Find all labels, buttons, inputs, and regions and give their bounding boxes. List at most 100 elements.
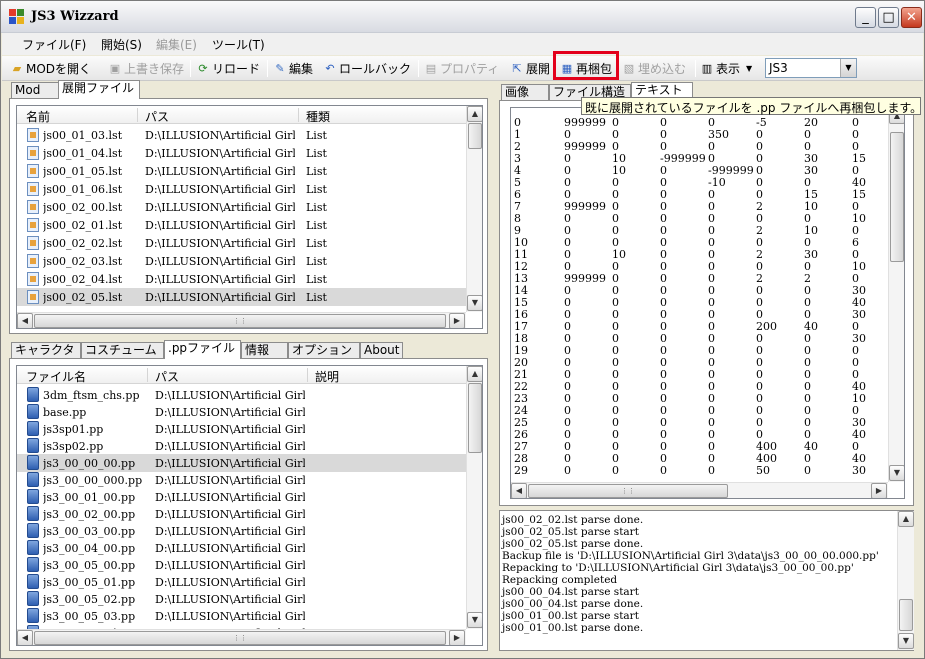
pp-files-list[interactable]: ファイル名 パス 説明 3dm_ftsm_chs.pp D:\ILLUSION\A…: [16, 365, 483, 646]
reload-button[interactable]: ⟳ リロード: [196, 59, 260, 78]
scroll-down-icon[interactable]: ▼: [467, 295, 482, 311]
menu-start[interactable]: 開始(S): [101, 36, 142, 53]
row-path: D:\ILLUSION\Artificial Girl ...: [155, 559, 305, 572]
scroll-down-icon[interactable]: ▼: [467, 612, 482, 628]
tab-info[interactable]: 情報: [241, 342, 288, 358]
table-row[interactable]: js3sp02.pp D:\ILLUSION\Artificial Girl ..…: [17, 437, 466, 455]
undo-icon: ↶: [325, 61, 335, 75]
toolbar-separator: [267, 60, 268, 77]
scroll-up-icon[interactable]: ▲: [467, 106, 482, 122]
scrollbar-thumb[interactable]: [468, 383, 482, 453]
scrollbar-thumb[interactable]: ⋮⋮: [34, 631, 446, 645]
row-type: List: [306, 219, 327, 232]
table-row[interactable]: js3_00_04_00.pp D:\ILLUSION\Artificial Gi…: [17, 539, 466, 557]
vertical-scrollbar[interactable]: ▲ ▼: [466, 366, 482, 629]
table-row[interactable]: js3_00_03_00.pp D:\ILLUSION\Artificial Gi…: [17, 522, 466, 540]
table-row[interactable]: js3_00_05_03.pp D:\ILLUSION\Artificial Gi…: [17, 607, 466, 625]
scroll-up-icon[interactable]: ▲: [467, 366, 482, 382]
scrollbar-thumb[interactable]: ⋮⋮: [528, 484, 728, 498]
table-row[interactable]: base.pp D:\ILLUSION\Artificial Girl ...: [17, 403, 466, 421]
tab-expanded-files[interactable]: 展開ファイル: [58, 80, 140, 99]
scroll-up-icon[interactable]: ▲: [898, 511, 914, 527]
overwrite-save-button[interactable]: ▣ 上書き保存: [108, 59, 184, 78]
table-row[interactable]: js3_00_05_01.pp D:\ILLUSION\Artificial Gi…: [17, 573, 466, 591]
table-row[interactable]: js00_01_04.lst D:\ILLUSION\Artificial Gir…: [17, 144, 466, 162]
scrollbar-thumb[interactable]: ⋮⋮: [34, 314, 446, 328]
table-row[interactable]: js3_00_05_00.pp D:\ILLUSION\Artificial Gi…: [17, 556, 466, 574]
edit-button[interactable]: ✎ 編集: [273, 59, 313, 78]
table-row[interactable]: 3dm_ftsm_chs.pp D:\ILLUSION\Artificial Gi…: [17, 386, 466, 404]
table-row[interactable]: js3_00_01_00.pp D:\ILLUSION\Artificial Gi…: [17, 488, 466, 506]
vertical-scrollbar[interactable]: ▲ ▼: [466, 106, 482, 312]
row-path: D:\ILLUSION\Artificial Girl ...: [155, 593, 305, 606]
scroll-left-icon[interactable]: ◀: [17, 630, 33, 645]
title-bar[interactable]: JS3 Wizzard _ □ ✕: [1, 1, 924, 33]
table-row[interactable]: js00_02_03.lst D:\ILLUSION\Artificial Gir…: [17, 252, 466, 270]
pp-file-icon: [27, 489, 39, 504]
log-output: js00_02_02.lst parse done. js00_02_05.lst…: [502, 514, 879, 634]
tab-image[interactable]: 画像: [501, 84, 549, 100]
scroll-right-icon[interactable]: ▶: [449, 630, 465, 645]
column-header-name[interactable]: 名前: [26, 108, 50, 125]
table-row[interactable]: js3_00_05_02.pp D:\ILLUSION\Artificial Gi…: [17, 590, 466, 608]
table-row[interactable]: js3_00_00_00.pp D:\ILLUSION\Artificial Gi…: [17, 454, 466, 472]
row-name: js00_02_00.lst: [43, 201, 123, 214]
column-header-type[interactable]: 種類: [306, 108, 330, 125]
horizontal-scrollbar[interactable]: ◀ ⋮⋮ ▶: [511, 482, 888, 498]
table-row[interactable]: js00_02_00.lst D:\ILLUSION\Artificial Gir…: [17, 198, 466, 216]
table-row[interactable]: js00_02_01.lst D:\ILLUSION\Artificial Gir…: [17, 216, 466, 234]
vertical-scrollbar[interactable]: ▲ ▼: [897, 511, 914, 650]
open-mod-button[interactable]: ▰ MODを開く: [10, 59, 91, 78]
game-select-combobox[interactable]: JS3 ▼: [765, 58, 857, 78]
column-header-description[interactable]: 説明: [315, 368, 339, 385]
scroll-down-icon[interactable]: ▼: [898, 633, 914, 649]
view-dropdown-button[interactable]: ▥ 表示 ▼: [700, 59, 756, 78]
table-row[interactable]: js00_02_05.lst D:\ILLUSION\Artificial Gir…: [17, 288, 466, 306]
column-header-path[interactable]: パス: [145, 108, 169, 125]
expand-button[interactable]: ⇱ 展開: [510, 59, 550, 78]
tab-options[interactable]: オプション: [288, 342, 360, 358]
scroll-right-icon[interactable]: ▶: [871, 483, 887, 498]
table-row[interactable]: js3sp01.pp D:\ILLUSION\Artificial Girl ..…: [17, 420, 466, 438]
rollback-button[interactable]: ↶ ロールバック: [323, 59, 411, 78]
horizontal-scrollbar[interactable]: ◀ ⋮⋮ ▶: [17, 312, 466, 328]
menu-file[interactable]: ファイル(F): [22, 36, 86, 53]
tab-mod[interactable]: Mod: [11, 82, 59, 98]
table-row[interactable]: js00_01_05.lst D:\ILLUSION\Artificial Gir…: [17, 162, 466, 180]
vertical-scrollbar[interactable]: ▲ ▼: [888, 108, 904, 482]
table-row[interactable]: js00_01_06.lst D:\ILLUSION\Artificial Gir…: [17, 180, 466, 198]
table-row[interactable]: js3_00_02_00.pp D:\ILLUSION\Artificial Gi…: [17, 505, 466, 523]
expanded-files-list[interactable]: 名前 パス 種類 js00_01_03.lst D:\ILLUSION\Artif…: [16, 105, 483, 329]
table-row[interactable]: js00_02_04.lst D:\ILLUSION\Artificial Gir…: [17, 270, 466, 288]
scrollbar-thumb[interactable]: [890, 132, 904, 262]
scroll-down-icon[interactable]: ▼: [889, 465, 904, 481]
embed-button[interactable]: ▧ 埋め込む: [622, 59, 686, 78]
chevron-down-icon[interactable]: ▼: [840, 59, 856, 77]
minimize-button[interactable]: _: [855, 7, 876, 28]
scrollbar-thumb[interactable]: [468, 123, 482, 149]
text-content-area[interactable]: 0 999999 0 0 0 -5 20 0 1 0 0 0 350 0 0 0 2 999999 0 0 0 0 0 0 3 0…: [510, 107, 905, 499]
tab-costume[interactable]: コスチューム: [81, 342, 164, 358]
scrollbar-thumb[interactable]: [899, 599, 913, 631]
row-name: js00_02_03.lst: [43, 255, 123, 268]
scroll-left-icon[interactable]: ◀: [511, 483, 527, 498]
menu-edit[interactable]: 編集(E): [156, 36, 197, 53]
tab-pp-files[interactable]: .ppファイル: [164, 340, 241, 359]
column-header-path[interactable]: パス: [155, 368, 179, 385]
app-icon: [9, 9, 25, 25]
column-header-filename[interactable]: ファイル名: [26, 368, 86, 385]
table-row[interactable]: js3_00_00_000.pp D:\ILLUSION\Artificial G…: [17, 471, 466, 489]
maximize-button[interactable]: □: [878, 7, 899, 28]
scroll-left-icon[interactable]: ◀: [17, 313, 33, 328]
menu-tools[interactable]: ツール(T): [212, 36, 265, 53]
horizontal-scrollbar[interactable]: ◀ ⋮⋮ ▶: [17, 629, 466, 645]
embed-label: 埋め込む: [638, 62, 687, 76]
tab-character[interactable]: キャラクタ: [11, 342, 81, 358]
scroll-right-icon[interactable]: ▶: [449, 313, 465, 328]
close-button[interactable]: ✕: [901, 7, 922, 28]
table-row[interactable]: js00_02_02.lst D:\ILLUSION\Artificial Gir…: [17, 234, 466, 252]
property-button[interactable]: ▤ プロパティ: [424, 59, 499, 78]
table-row[interactable]: js00_01_03.lst D:\ILLUSION\Artificial Gir…: [17, 126, 466, 144]
text-data-row: 0 999999 0 0 0 -5 20 0: [514, 117, 894, 129]
tab-about[interactable]: About: [360, 342, 403, 358]
